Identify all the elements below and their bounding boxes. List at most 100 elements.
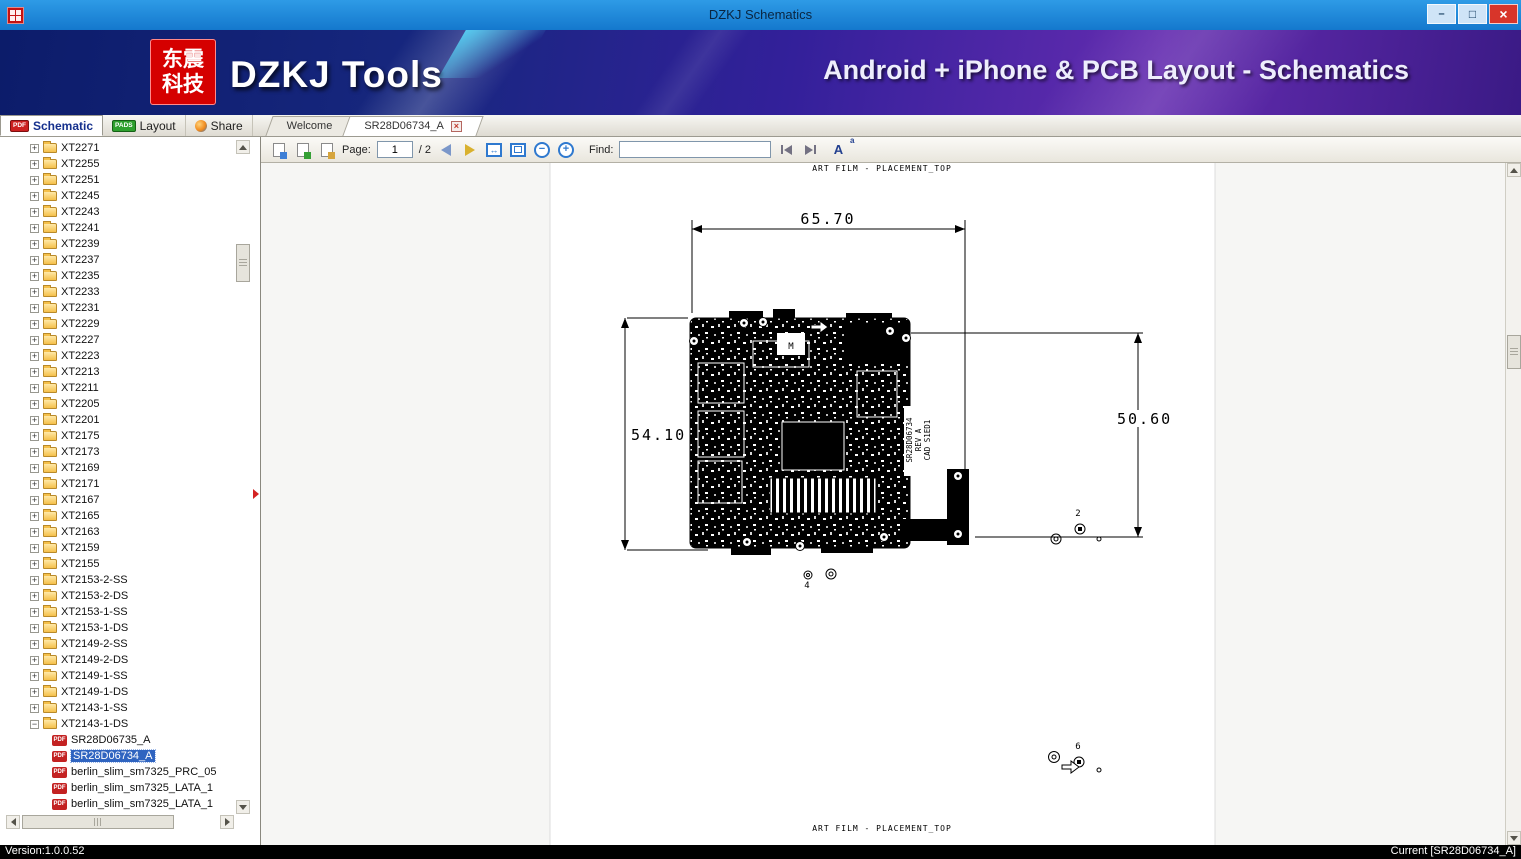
maximize-button[interactable]: [1458, 4, 1487, 24]
tree-file-row[interactable]: berlin_slim_sm7325_LATA_1: [0, 780, 234, 796]
expand-toggle-icon[interactable]: [30, 575, 39, 586]
scroll-left-arrow[interactable]: [6, 815, 20, 829]
viewer-vertical-scrollbar[interactable]: [1505, 163, 1521, 845]
doc-tab-current[interactable]: SR28D06734_A: [346, 116, 480, 136]
expand-toggle-icon[interactable]: [30, 223, 39, 234]
tree-folder-row[interactable]: XT2143-1-DS: [0, 716, 234, 732]
expand-toggle-icon[interactable]: [30, 463, 39, 474]
tree-folder-row[interactable]: XT2163: [0, 524, 234, 540]
expand-toggle-icon[interactable]: [30, 703, 39, 714]
tree-folder-row[interactable]: XT2211: [0, 380, 234, 396]
tree-folder-row[interactable]: XT2153-2-DS: [0, 588, 234, 604]
tree-folder-row[interactable]: XT2173: [0, 444, 234, 460]
expand-toggle-icon[interactable]: [30, 319, 39, 330]
expand-toggle-icon[interactable]: [30, 495, 39, 506]
scroll-down-arrow[interactable]: [236, 800, 250, 814]
tree-vertical-scrollbar[interactable]: [236, 140, 252, 814]
find-previous-button[interactable]: [777, 140, 795, 160]
tree-folder-row[interactable]: XT2243: [0, 204, 234, 220]
tree-folder-row[interactable]: XT2255: [0, 156, 234, 172]
tree-folder-row[interactable]: XT2239: [0, 236, 234, 252]
expand-toggle-icon[interactable]: [30, 559, 39, 570]
expand-toggle-icon[interactable]: [30, 671, 39, 682]
tree-folder-row[interactable]: XT2143-1-SS: [0, 700, 234, 716]
page-number-input[interactable]: [376, 141, 413, 158]
find-next-button[interactable]: [801, 140, 819, 160]
tab-layout[interactable]: Layout: [103, 115, 186, 136]
doc-tab-welcome[interactable]: Welcome: [269, 116, 351, 136]
viewer-scrollbar-thumb[interactable]: [1507, 335, 1521, 369]
expand-toggle-icon[interactable]: [30, 255, 39, 266]
expand-toggle-icon[interactable]: [30, 719, 39, 730]
tree-folder-row[interactable]: XT2165: [0, 508, 234, 524]
expand-toggle-icon[interactable]: [30, 271, 39, 282]
tree-file-row[interactable]: SR28D06734_A: [0, 748, 234, 764]
expand-toggle-icon[interactable]: [30, 447, 39, 458]
tree-folder-row[interactable]: XT2227: [0, 332, 234, 348]
close-button[interactable]: [1489, 4, 1518, 24]
expand-toggle-icon[interactable]: [30, 527, 39, 538]
tree-folder-row[interactable]: XT2159: [0, 540, 234, 556]
tree-folder-row[interactable]: XT2149-1-DS: [0, 684, 234, 700]
zoom-in-button[interactable]: [557, 140, 575, 160]
tree-hscrollbar-thumb[interactable]: [22, 815, 174, 829]
tree-folder-row[interactable]: XT2155: [0, 556, 234, 572]
tree-folder-row[interactable]: XT2251: [0, 172, 234, 188]
fit-page-button[interactable]: [509, 140, 527, 160]
expand-toggle-icon[interactable]: [30, 367, 39, 378]
scroll-up-arrow[interactable]: [236, 140, 250, 154]
expand-toggle-icon[interactable]: [30, 543, 39, 554]
text-size-icon[interactable]: [829, 136, 854, 160]
expand-toggle-icon[interactable]: [30, 655, 39, 666]
tree-folder-row[interactable]: XT2235: [0, 268, 234, 284]
tree-folder-row[interactable]: XT2237: [0, 252, 234, 268]
find-input[interactable]: [619, 141, 772, 158]
previous-page-button[interactable]: [437, 140, 455, 160]
tree-folder-row[interactable]: XT2223: [0, 348, 234, 364]
tree-horizontal-scrollbar[interactable]: [6, 815, 234, 831]
tree-folder-row[interactable]: XT2153-1-SS: [0, 604, 234, 620]
tab-schematic[interactable]: Schematic: [0, 115, 104, 136]
splitter-collapse-arrow[interactable]: [253, 489, 259, 499]
expand-toggle-icon[interactable]: [30, 511, 39, 522]
next-page-button[interactable]: [461, 140, 479, 160]
expand-toggle-icon[interactable]: [30, 591, 39, 602]
tree-folder-row[interactable]: XT2213: [0, 364, 234, 380]
tree-folder-row[interactable]: XT2205: [0, 396, 234, 412]
viewer-scroll-up-arrow[interactable]: [1507, 163, 1521, 177]
expand-toggle-icon[interactable]: [30, 607, 39, 618]
facing-pages-view-button[interactable]: [294, 140, 312, 160]
tree-scrollbar-thumb[interactable]: [236, 244, 250, 282]
tree-folder-row[interactable]: XT2169: [0, 460, 234, 476]
expand-toggle-icon[interactable]: [30, 191, 39, 202]
tree-folder-row[interactable]: XT2231: [0, 300, 234, 316]
close-tab-icon[interactable]: [450, 120, 462, 132]
expand-toggle-icon[interactable]: [30, 623, 39, 634]
tree-folder-row[interactable]: XT2149-1-SS: [0, 668, 234, 684]
expand-toggle-icon[interactable]: [30, 399, 39, 410]
minimize-button[interactable]: [1427, 4, 1456, 24]
tree-folder-row[interactable]: XT2153-1-DS: [0, 620, 234, 636]
scroll-right-arrow[interactable]: [220, 815, 234, 829]
tree-folder-row[interactable]: XT2149-2-DS: [0, 652, 234, 668]
expand-toggle-icon[interactable]: [30, 351, 39, 362]
expand-toggle-icon[interactable]: [30, 239, 39, 250]
tree-file-row[interactable]: berlin_slim_sm7325_PRC_05: [0, 764, 234, 780]
expand-toggle-icon[interactable]: [30, 159, 39, 170]
tree-folder-row[interactable]: XT2153-2-SS: [0, 572, 234, 588]
expand-toggle-icon[interactable]: [30, 639, 39, 650]
expand-toggle-icon[interactable]: [30, 143, 39, 154]
viewer-scroll-down-arrow[interactable]: [1507, 831, 1521, 845]
tree-file-row[interactable]: SR28D06735_A: [0, 732, 234, 748]
tree-folder-row[interactable]: XT2175: [0, 428, 234, 444]
expand-toggle-icon[interactable]: [30, 687, 39, 698]
expand-toggle-icon[interactable]: [30, 207, 39, 218]
tree-folder-row[interactable]: XT2167: [0, 492, 234, 508]
fit-width-button[interactable]: [485, 140, 503, 160]
tree-folder-row[interactable]: XT2201: [0, 412, 234, 428]
expand-toggle-icon[interactable]: [30, 175, 39, 186]
expand-toggle-icon[interactable]: [30, 287, 39, 298]
zoom-out-button[interactable]: [533, 140, 551, 160]
expand-toggle-icon[interactable]: [30, 479, 39, 490]
tree-folder-row[interactable]: XT2233: [0, 284, 234, 300]
